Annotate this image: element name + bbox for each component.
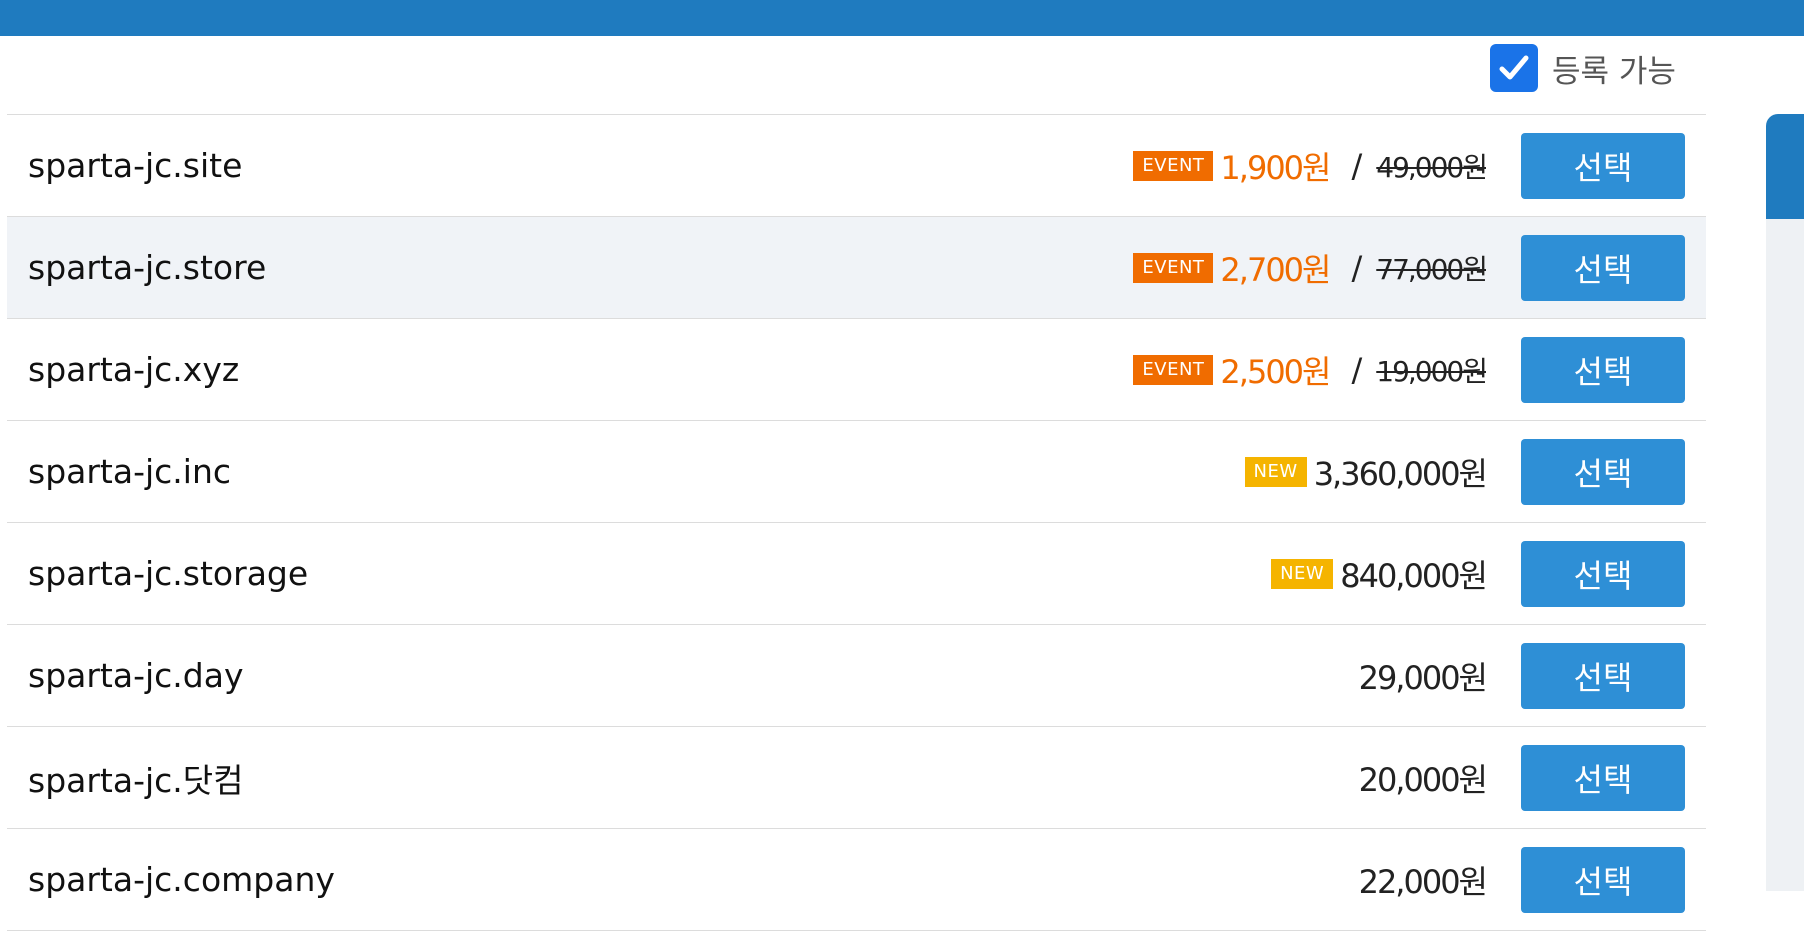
price: 20,000원 (1358, 760, 1488, 799)
new-badge: NEW (1271, 558, 1334, 589)
select-button[interactable]: 선택 (1521, 132, 1685, 199)
price-separator: / (1351, 146, 1363, 185)
available-label: 등록 가능 (1552, 53, 1676, 90)
top-bar (0, 0, 1804, 36)
original-price: 77,000원 (1376, 252, 1488, 286)
original-price: 49,000원 (1376, 150, 1488, 184)
price: 3,360,000원 (1313, 454, 1488, 493)
price: 840,000원 (1340, 556, 1488, 595)
price-group: NEW 3,360,000원 (1244, 449, 1488, 495)
price-separator: / (1351, 350, 1363, 389)
event-badge: EVENT (1133, 252, 1214, 283)
price-group: 22,000원 (1358, 857, 1488, 903)
select-button[interactable]: 선택 (1521, 744, 1685, 811)
sale-price: 1,900원 (1220, 148, 1331, 187)
select-button[interactable]: 선택 (1521, 642, 1685, 709)
price-group: 29,000원 (1358, 653, 1488, 699)
domain-name: sparta-jc.store (28, 248, 267, 287)
sale-price: 2,700원 (1220, 250, 1331, 289)
price: 29,000원 (1358, 658, 1488, 697)
table-row: sparta-jc.inc NEW 3,360,000원 선택 (7, 421, 1706, 523)
domain-name: sparta-jc.xyz (28, 350, 240, 389)
price-separator: / (1351, 248, 1363, 287)
price-group: NEW 840,000원 (1271, 551, 1488, 597)
domain-name: sparta-jc.day (28, 656, 244, 695)
event-badge: EVENT (1133, 150, 1214, 181)
select-button[interactable]: 선택 (1521, 846, 1685, 913)
new-badge: NEW (1244, 456, 1307, 487)
price-group: EVENT 2,500원 / 19,000원 (1133, 347, 1488, 393)
original-price: 19,000원 (1376, 354, 1488, 388)
sale-price: 2,500원 (1220, 352, 1331, 391)
select-button[interactable]: 선택 (1521, 540, 1685, 607)
domain-name: sparta-jc.company (28, 860, 335, 899)
table-row: sparta-jc.xyz EVENT 2,500원 / 19,000원 선택 (7, 319, 1706, 421)
scrollbar-thumb[interactable] (1766, 114, 1804, 219)
table-row: sparta-jc.company 22,000원 선택 (7, 829, 1706, 931)
domain-name: sparta-jc.site (28, 146, 243, 185)
select-button[interactable]: 선택 (1521, 234, 1685, 301)
table-row: sparta-jc.storage NEW 840,000원 선택 (7, 523, 1706, 625)
select-button[interactable]: 선택 (1521, 336, 1685, 403)
domain-name: sparta-jc.닷컴 (28, 760, 244, 800)
available-checkbox[interactable] (1490, 44, 1538, 92)
table-row: sparta-jc.site EVENT 1,900원 / 49,000원 선택 (7, 115, 1706, 217)
event-badge: EVENT (1133, 354, 1214, 385)
domain-name: sparta-jc.inc (28, 452, 232, 491)
table-row: sparta-jc.store EVENT 2,700원 / 77,000원 선… (7, 217, 1706, 319)
table-row: sparta-jc.닷컴 20,000원 선택 (7, 727, 1706, 829)
select-button[interactable]: 선택 (1521, 438, 1685, 505)
price-group: 20,000원 (1358, 755, 1488, 801)
scrollbar-track[interactable] (1766, 114, 1804, 891)
price: 22,000원 (1358, 862, 1488, 901)
price-group: EVENT 2,700원 / 77,000원 (1133, 245, 1488, 291)
available-filter[interactable]: 등록 가능 (1490, 44, 1676, 92)
checkmark-icon (1499, 55, 1529, 80)
domain-name: sparta-jc.storage (28, 554, 309, 593)
price-group: EVENT 1,900원 / 49,000원 (1133, 143, 1488, 189)
domain-result-list: sparta-jc.site EVENT 1,900원 / 49,000원 선택… (7, 114, 1706, 931)
table-row: sparta-jc.day 29,000원 선택 (7, 625, 1706, 727)
